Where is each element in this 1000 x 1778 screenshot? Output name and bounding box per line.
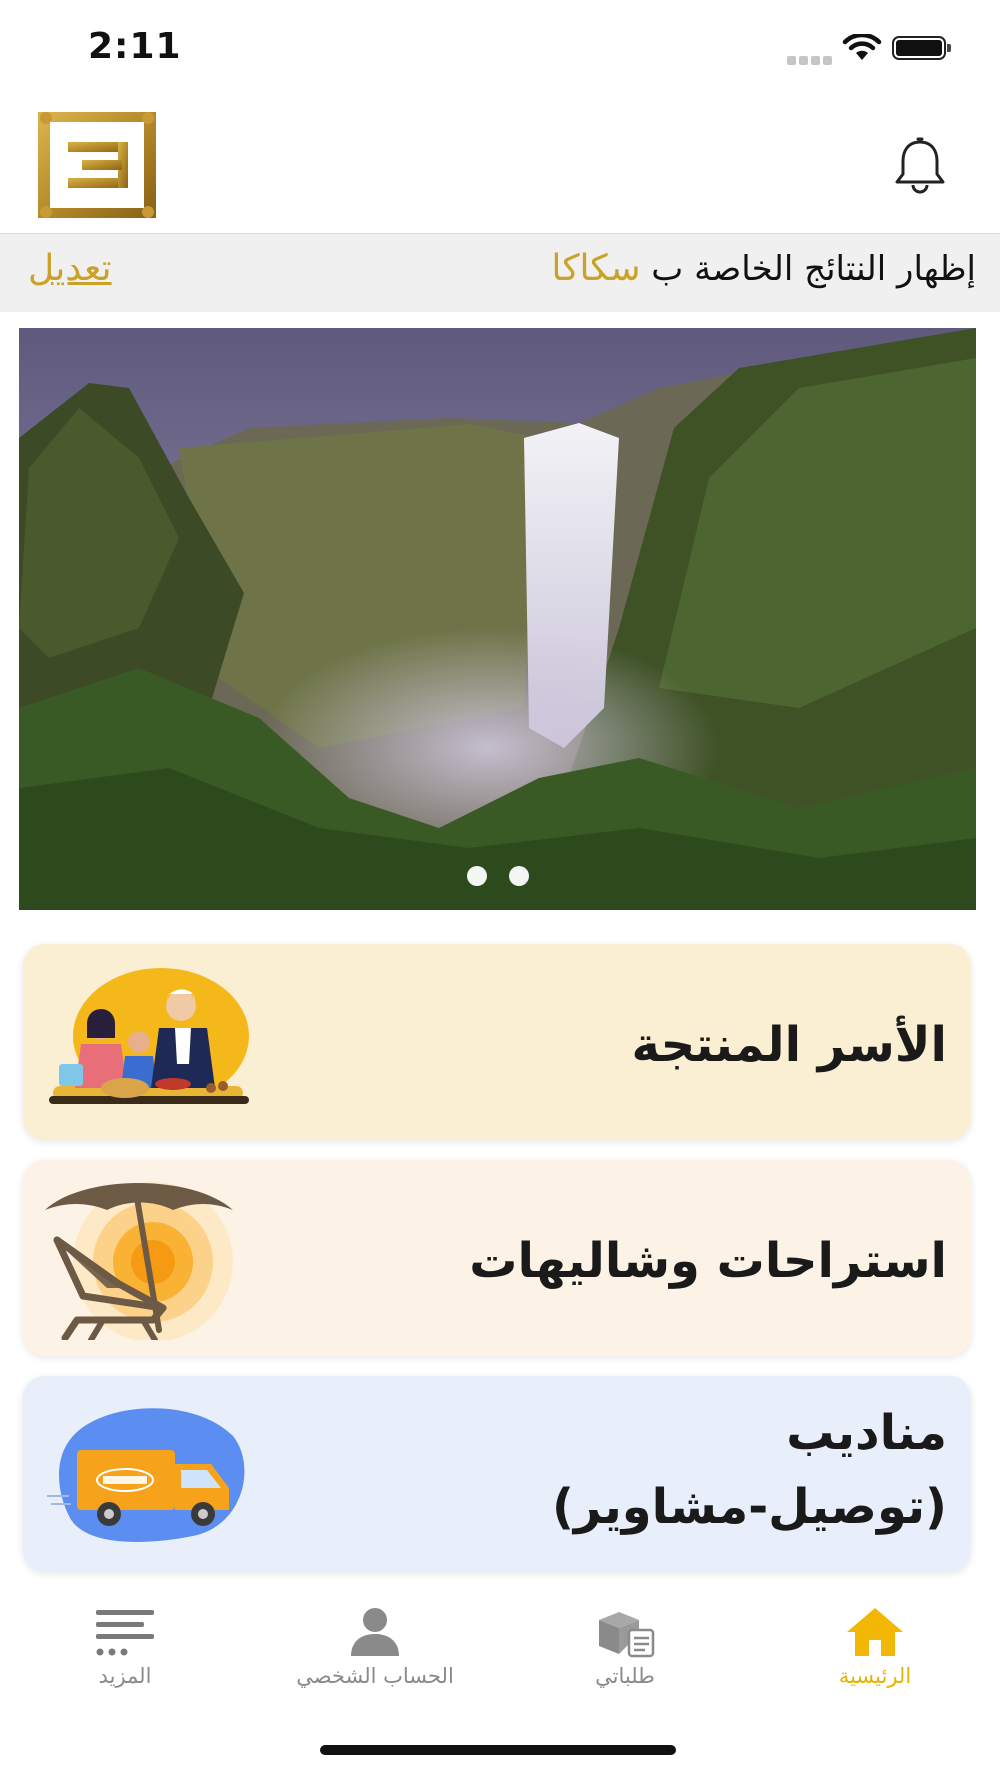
- location-bar: إظهار النتائج الخاصة ب سكاكا تعديل: [0, 234, 1000, 312]
- delivery-van-illustration: [47, 1408, 245, 1542]
- category-card-chalets[interactable]: استراحات وشاليهات: [23, 1160, 971, 1356]
- nav-item-profile[interactable]: الحساب الشخصي: [250, 1598, 500, 1688]
- nav-label: المزيد: [98, 1664, 152, 1688]
- battery-icon: [892, 36, 951, 60]
- banner-carousel[interactable]: [19, 328, 976, 910]
- app-header: [0, 100, 1000, 234]
- location-city: سكاكا: [551, 248, 641, 289]
- category-label-line2: (توصيل-مشاوير): [551, 1479, 947, 1536]
- bottom-navigation: المزيد الحساب الشخصي طلباتي الرئيسية: [0, 1598, 1000, 1708]
- brand-logo[interactable]: [38, 112, 156, 218]
- carousel-indicator[interactable]: [19, 866, 976, 890]
- home-icon: [847, 1608, 903, 1656]
- category-label: استراحات وشاليهات: [469, 1233, 947, 1289]
- wifi-icon: [842, 34, 882, 60]
- menu-more-icon: [96, 1610, 154, 1656]
- home-indicator: [320, 1745, 676, 1755]
- category-card-delivery[interactable]: مناديب (توصيل-مشاوير): [23, 1376, 971, 1572]
- orders-box-icon: [599, 1612, 655, 1658]
- status-time: 2:11: [88, 26, 182, 67]
- beach-umbrella-chair-illustration: [45, 1182, 233, 1340]
- category-label-line1: مناديب: [786, 1405, 947, 1461]
- location-prefix: إظهار النتائج الخاصة ب: [651, 249, 976, 289]
- bell-icon[interactable]: [892, 136, 948, 194]
- nav-label: طلباتي: [595, 1664, 655, 1688]
- person-icon: [351, 1608, 399, 1656]
- family-cooking-illustration: [49, 968, 249, 1104]
- location-text: إظهار النتائج الخاصة ب سكاكا: [551, 248, 976, 289]
- nav-label: الرئيسية: [838, 1664, 912, 1688]
- carousel-dot[interactable]: [508, 866, 529, 886]
- nav-item-orders[interactable]: طلباتي: [500, 1598, 750, 1688]
- nav-label: الحساب الشخصي: [296, 1664, 454, 1688]
- category-label-multiline: مناديب (توصيل-مشاوير): [552, 1396, 947, 1545]
- cellular-signal-icon: [787, 50, 835, 69]
- edit-location-link[interactable]: تعديل: [28, 248, 112, 289]
- nav-item-more[interactable]: المزيد: [0, 1598, 250, 1688]
- status-bar: 2:11: [0, 0, 1000, 100]
- category-label: الأسر المنتجة: [631, 1017, 947, 1073]
- banner-image: [19, 328, 976, 910]
- category-card-productive-families[interactable]: الأسر المنتجة: [23, 944, 971, 1140]
- nav-item-home[interactable]: الرئيسية: [750, 1598, 1000, 1688]
- carousel-dot[interactable]: [466, 866, 487, 886]
